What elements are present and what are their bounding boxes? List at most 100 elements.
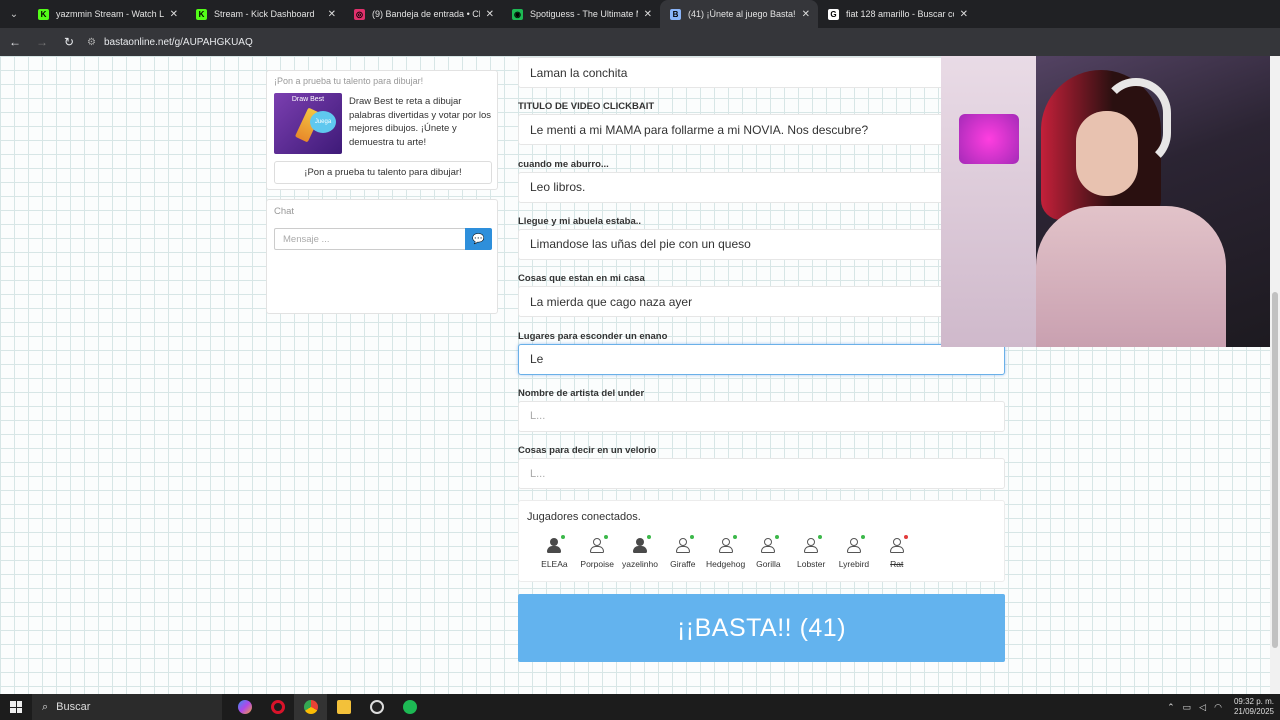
webcam-headset (1101, 78, 1171, 168)
tab-favicon-icon: ◎ (354, 8, 365, 20)
connected-players-heading: Jugadores conectados. (527, 511, 641, 523)
player-name: Porpoise (580, 559, 614, 569)
connected-players-panel: Jugadores conectados. ELEAa Porpoise yazel… (518, 500, 1005, 582)
browser-tab[interactable]: ◉ Spotiguess - The Ultimate Musi ✕ (502, 0, 660, 28)
tray-chevron-icon[interactable]: ⌃ (1167, 702, 1175, 713)
file-explorer-icon[interactable] (327, 694, 360, 720)
answer-input[interactable]: Laman la conchita (518, 57, 1005, 88)
browser-tab[interactable]: ◎ (9) Bandeja de entrada • Chats ✕ (344, 0, 502, 28)
player-name: Hedgehog (705, 559, 746, 569)
site-info-icon[interactable]: ⚙ (87, 37, 96, 48)
wifi-icon[interactable]: ◠ (1214, 702, 1222, 713)
player-status-dot (646, 535, 651, 539)
promo-image-bubble: Juega (310, 111, 336, 133)
player-name: Giraffe (670, 559, 696, 569)
player-avatar-icon (802, 535, 823, 555)
draw-best-promo-image[interactable]: Draw Best Juega (274, 93, 342, 154)
tab-title: Spotiguess - The Ultimate Musi (530, 9, 638, 19)
chat-panel: Chat Mensaje ... 💬 (266, 199, 498, 314)
field-label: Lugares para esconder un enano (518, 330, 668, 342)
volume-icon[interactable]: ◁ (1199, 702, 1206, 713)
tab-title: Stream - Kick Dashboard (214, 9, 315, 19)
tab-close-icon[interactable]: ✕ (170, 9, 178, 20)
webcam-background-shelf (941, 56, 1036, 347)
taskbar-search[interactable]: ⌕ Buscar (32, 694, 222, 720)
page-scrollbar[interactable] (1270, 56, 1280, 694)
webcam-neon-light (959, 114, 1019, 164)
tab-title: yazmmin Stream - Watch Live o (56, 9, 164, 19)
chrome-icon[interactable] (294, 694, 327, 720)
player-avatar-icon (631, 535, 651, 555)
field-label: Cosas que estan en mi casa (518, 273, 645, 285)
browser-tab[interactable]: Gfiat 128 amarillo - Buscar cor ✕ (818, 0, 976, 28)
tab-close-icon[interactable]: ✕ (328, 9, 336, 20)
tab-favicon-icon: K (196, 8, 207, 20)
player-status-dot (818, 535, 823, 539)
field-label: Cosas para decir en un velorio (518, 445, 657, 457)
players-list: ELEAa Porpoise yazelinho Giraffe Hedgehog Gor… (533, 535, 918, 569)
forward-arrow-icon[interactable]: → (30, 30, 54, 54)
network-icon[interactable]: ▭ (1183, 702, 1192, 713)
windows-start-icon[interactable] (0, 694, 32, 720)
reload-icon[interactable]: ↻ (57, 30, 81, 54)
tab-close-icon[interactable]: ✕ (960, 9, 968, 20)
player-status-dot (732, 535, 737, 539)
url-text: bastaonline.net/g/AUPAHGKUAQ (103, 36, 253, 48)
player-avatar-icon (674, 535, 694, 555)
taskbar-search-label: Buscar (56, 701, 91, 713)
player-avatar-icon (588, 535, 609, 555)
answer-input[interactable]: Limandose las uñas del pie con un queso (518, 228, 1005, 260)
answer-input[interactable]: Le menti a mi MAMA para follarme a mi NO… (518, 114, 1005, 146)
chat-message-input[interactable]: Mensaje ... (274, 228, 466, 250)
answer-input[interactable]: L... (518, 400, 1005, 432)
tab-close-icon[interactable]: ✕ (644, 9, 652, 20)
player-item: ELEAa (533, 535, 576, 569)
spotify-icon[interactable] (393, 694, 426, 720)
answer-input[interactable]: Leo libros. (518, 171, 1005, 203)
clock-time: 09:32 p. m. (1233, 697, 1274, 706)
player-status-dot (903, 535, 908, 539)
player-avatar-icon (888, 535, 908, 555)
tab-close-icon[interactable]: ✕ (486, 9, 494, 20)
tab-title: (41) ¡Únete al juego Basta! (688, 9, 796, 19)
player-item: Gorilla (747, 535, 790, 569)
player-item: Hedgehog (704, 535, 747, 569)
browser-tab[interactable]: K Stream - Kick Dashboard ✕ (186, 0, 344, 28)
player-name: Gorilla (756, 559, 781, 569)
address-bar[interactable]: ⚙ bastaonline.net/g/AUPAHGKUAQ (87, 31, 927, 53)
field-label: cuando me aburro... (518, 158, 609, 170)
player-status-dot (604, 535, 609, 539)
windows-taskbar: ⌕ Buscar ⌃ ▭ ◁ ◠ 09:32 p. m. 21/09/2025 (0, 694, 1280, 720)
page-content: ¡Pon a prueba tu talento para dibujar! D… (0, 56, 1280, 694)
player-name: Lyrebird (838, 559, 870, 569)
chat-heading: Chat (274, 206, 295, 217)
player-avatar-icon (759, 535, 780, 555)
clock-date: 21/09/2025 (1233, 707, 1274, 716)
scrollbar-thumb[interactable] (1272, 292, 1278, 648)
webcam-streamer-body (1036, 206, 1226, 347)
clock[interactable]: 09:32 p. m. 21/09/2025 (1234, 697, 1274, 717)
browser-tab[interactable]: Kyazmmin Stream - Watch Live o ✕ (28, 0, 186, 28)
obs-icon[interactable] (360, 694, 393, 720)
answer-input[interactable]: La mierda que cago naza ayer (518, 286, 1005, 318)
browser-tab[interactable]: B (41) ¡Únete al juego Basta! ✕ (660, 0, 818, 28)
system-tray: ⌃ ▭ ◁ ◠ 09:32 p. m. 21/09/2025 (1163, 694, 1280, 720)
player-name: yazelinho (622, 559, 658, 569)
promo-draw-button[interactable]: ¡Pon a prueba tu talento para dibujar! (274, 161, 492, 184)
tab-close-icon[interactable]: ✕ (802, 9, 810, 20)
answer-input[interactable]: Le (518, 343, 1005, 375)
player-item: Lobster (790, 535, 833, 569)
copilot-icon[interactable] (228, 694, 261, 720)
tab-search-chevron-icon[interactable]: ⌄ (0, 0, 28, 28)
answer-input[interactable]: L... (518, 458, 1005, 490)
chat-send-button[interactable]: 💬 (465, 228, 492, 250)
player-name: Lobster (797, 559, 826, 569)
opera-icon[interactable] (261, 694, 294, 720)
player-status-dot (775, 535, 780, 539)
player-item: yazelinho (619, 535, 662, 569)
promo-image-label: Draw Best (291, 96, 325, 103)
basta-button[interactable]: ¡¡BASTA!! (41) (518, 594, 1005, 662)
tab-favicon-icon: K (38, 8, 49, 20)
player-avatar-icon (845, 535, 865, 555)
back-arrow-icon[interactable]: ← (3, 30, 27, 54)
